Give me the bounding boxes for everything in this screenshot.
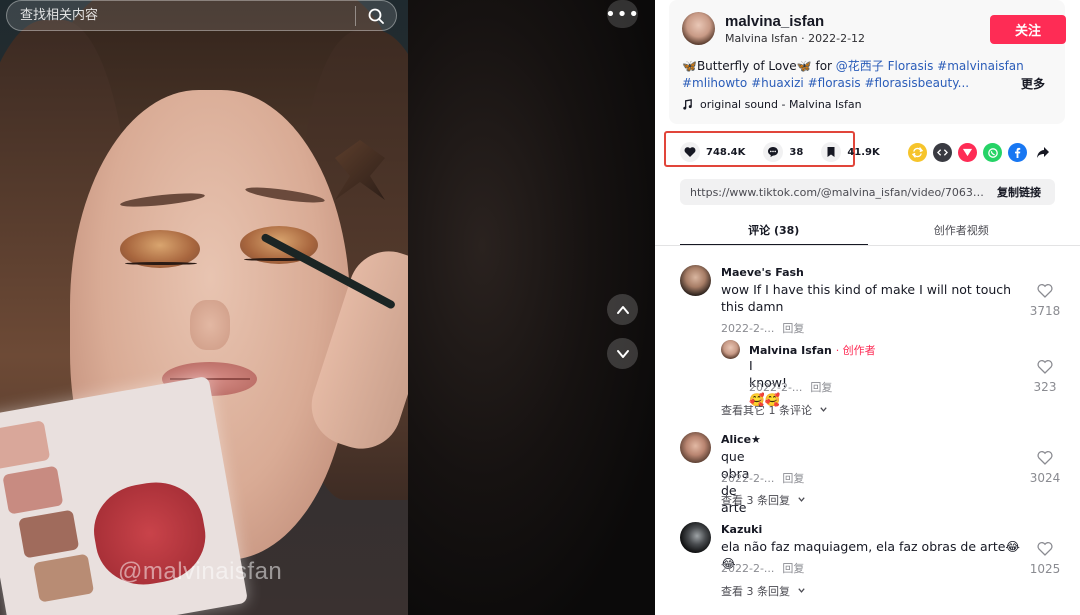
search-input[interactable] [7,1,355,30]
comment-like-button[interactable]: 3718 [1025,283,1065,318]
heart-outline-icon [1037,284,1053,298]
comment-like-count: 3718 [1029,304,1061,318]
hashtag-link[interactable]: #huaxizi [751,76,804,90]
comment-button[interactable]: 38 [763,142,803,162]
author-subline: Malvina Isfan · 2022-2-12 [725,32,866,45]
comment-meta: 2022-2-... 回复 [721,322,805,335]
heart-outline-icon [1037,542,1053,556]
comment-like-button[interactable]: 3024 [1025,450,1065,485]
sound-link[interactable]: original sound - Malvina Isfan [682,98,862,111]
reply-button[interactable]: 回复 [810,381,832,394]
video-watermark: @malvinaisfan [118,558,283,585]
save-button[interactable]: 41.9K [821,142,880,162]
repost-icon[interactable] [908,143,927,162]
mention-link[interactable]: @花西子 [836,59,884,73]
heart-outline-icon [1037,451,1053,465]
engagement-stats: 748.4K 38 41.9K [680,142,880,162]
comment-icon [768,147,779,157]
embed-icon[interactable] [933,143,952,162]
previous-video-button[interactable] [607,294,638,325]
view-more-replies[interactable]: 查看 3 条回复 [721,583,806,599]
copy-link-button[interactable]: 复制链接 [987,184,1055,200]
comment-meta: 2022-2-... 回复 [721,472,805,485]
chevron-down-icon [819,407,827,412]
reply-button[interactable]: 回复 [782,472,804,485]
comment-like-count: 3024 [1029,471,1061,485]
share-icons [908,143,1052,162]
tab-comments[interactable]: 评论 (38) [680,218,868,246]
post-date: 2022-2-12 [808,32,866,45]
comment-author[interactable]: Maeve's Fash [721,266,804,279]
comment-author[interactable]: Alice★ [721,433,761,446]
whatsapp-icon[interactable] [983,143,1002,162]
comment-like-count: 323 [1033,380,1057,394]
view-more-replies[interactable]: 查看其它 1 条评论 [721,402,828,418]
hashtag-link[interactable]: Florasis [888,59,934,73]
comment-author[interactable]: Malvina Isfan · 创作者 [749,342,876,358]
author-display-name: Malvina Isfan [725,32,798,45]
tab-creator-videos[interactable]: 创作者视频 [868,218,1056,246]
panel-tabs: 评论 (38) 创作者视频 [680,218,1055,246]
share-arrow-icon[interactable] [1033,143,1052,162]
video-info-card: malvina_isfan Malvina Isfan · 2022-2-12 … [669,0,1066,124]
video-frame[interactable]: @malvinaisfan [0,0,408,615]
hashtag-link[interactable]: #florasis [808,76,861,90]
send-icon[interactable] [958,143,977,162]
reply-button[interactable]: 回复 [782,322,804,335]
heart-outline-icon [1037,360,1053,374]
comment-like-button[interactable]: 323 [1025,359,1065,394]
chevron-up-icon [616,305,629,314]
save-count: 41.9K [847,146,880,158]
comment-meta: 2022-2-... 回复 [721,562,805,575]
video-description: 🦋Butterfly of Love🦋 for @花西子 Florasis #m… [682,59,1024,90]
avatar[interactable] [680,432,711,463]
music-note-icon [683,99,692,110]
video-url[interactable]: https://www.tiktok.com/@malvina_isfan/vi… [680,186,987,199]
chevron-down-icon [797,497,805,502]
sound-label: original sound - Malvina Isfan [700,98,862,111]
follow-button[interactable]: 关注 [990,15,1066,44]
comment-text: wow If I have this kind of make I will n… [721,282,1012,314]
facebook-icon[interactable] [1008,143,1027,162]
search-bar [6,0,397,31]
creator-badge: · 创作者 [835,344,876,357]
author-avatar[interactable] [682,12,715,45]
expand-description-link[interactable]: 更多 [1021,75,1045,92]
search-button[interactable] [356,1,396,30]
chevron-down-icon [797,588,805,593]
bookmark-icon [827,147,835,157]
avatar[interactable] [680,522,711,553]
share-link-bar: https://www.tiktok.com/@malvina_isfan/vi… [680,179,1055,205]
comment-meta: 2022-2-... 回复 [749,381,833,394]
avatar[interactable] [721,340,740,359]
tabs-divider [655,245,1080,246]
comment-like-count: 1025 [1029,562,1061,576]
reply-button[interactable]: 回复 [782,562,804,575]
next-video-button[interactable] [607,338,638,369]
hashtag-link[interactable]: #mlihowto [682,76,747,90]
search-icon [368,8,384,24]
comment-author[interactable]: Kazuki [721,523,762,536]
video-player[interactable]: @malvinaisfan ••• [0,0,655,615]
avatar[interactable] [680,265,711,296]
like-button[interactable]: 748.4K [680,142,745,162]
hashtag-link[interactable]: #malvinaisfan [937,59,1024,73]
hashtag-link[interactable]: #florasisbeauty... [865,76,970,90]
chevron-down-icon [616,349,629,358]
ellipsis-icon: ••• [605,3,640,25]
comment-count: 38 [789,146,804,158]
more-options-button[interactable]: ••• [605,0,640,28]
heart-icon [684,147,696,157]
comment-like-button[interactable]: 1025 [1025,541,1065,576]
author-username[interactable]: malvina_isfan [725,13,824,30]
view-more-replies[interactable]: 查看 3 条回复 [721,492,806,508]
like-count: 748.4K [706,146,746,158]
